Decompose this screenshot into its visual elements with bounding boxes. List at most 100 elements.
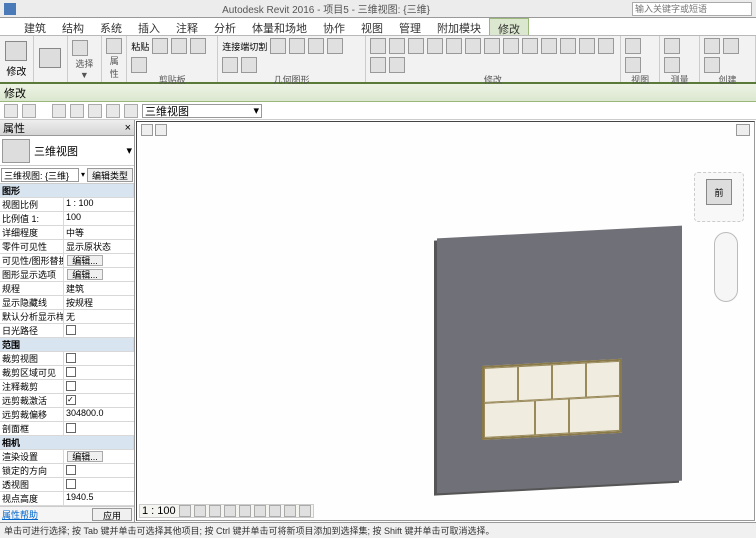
ribbon-icon[interactable] xyxy=(131,57,147,73)
checkbox[interactable] xyxy=(66,381,76,391)
close-icon[interactable]: × xyxy=(125,122,131,134)
checkbox[interactable] xyxy=(66,395,76,405)
ribbon-icon[interactable] xyxy=(579,38,595,54)
viewcube[interactable]: 前 xyxy=(694,172,744,222)
nav-bar[interactable] xyxy=(714,232,738,302)
scale-label[interactable]: 1 : 100 xyxy=(142,505,176,517)
ribbon-icon[interactable] xyxy=(327,38,343,54)
prop-section-相机[interactable]: 相机 xyxy=(0,436,134,450)
checkbox[interactable] xyxy=(66,367,76,377)
vb-ico[interactable] xyxy=(269,505,281,517)
prop-row[interactable]: 零件可见性显示原状态 xyxy=(0,240,134,254)
ribbon-icon[interactable] xyxy=(484,38,500,54)
vb-icon[interactable] xyxy=(124,104,138,118)
ribbon-icon[interactable] xyxy=(389,38,405,54)
ribbon-icon[interactable] xyxy=(106,38,122,54)
type-sel-icon[interactable] xyxy=(4,104,18,118)
ribbon-icon[interactable] xyxy=(446,38,462,54)
type-sel-icon2[interactable] xyxy=(22,104,36,118)
prop-row[interactable]: 视图比例1 : 100 xyxy=(0,198,134,212)
3d-viewport[interactable]: 前 1 : 100 xyxy=(136,121,755,521)
ribbon-big-[interactable] xyxy=(34,36,68,82)
ribbon-icon[interactable] xyxy=(370,57,386,73)
ribbon-icon[interactable] xyxy=(625,57,641,73)
vb-icon[interactable] xyxy=(52,104,66,118)
tab-注释[interactable]: 注释 xyxy=(168,18,206,35)
checkbox[interactable] xyxy=(66,465,76,475)
tab-系统[interactable]: 系统 xyxy=(92,18,130,35)
ribbon-icon[interactable] xyxy=(723,38,739,54)
window-model[interactable] xyxy=(482,359,622,440)
prop-row[interactable]: 注释裁剪 xyxy=(0,380,134,394)
tab-分析[interactable]: 分析 xyxy=(206,18,244,35)
prop-row[interactable]: 规程建筑 xyxy=(0,282,134,296)
tab-插入[interactable]: 插入 xyxy=(130,18,168,35)
ribbon-icon[interactable] xyxy=(522,38,538,54)
checkbox[interactable] xyxy=(66,479,76,489)
ribbon-icon[interactable] xyxy=(427,38,443,54)
ribbon-icon[interactable] xyxy=(541,38,557,54)
edit-type-button[interactable]: 编辑类型 xyxy=(87,168,133,182)
ribbon-icon[interactable] xyxy=(465,38,481,54)
props-help-link[interactable]: 属性帮助 xyxy=(2,508,38,521)
instance-dropdown[interactable]: 三维视图: {三维} xyxy=(1,168,79,182)
prop-row[interactable]: 裁剪区域可见 xyxy=(0,366,134,380)
wall-model[interactable] xyxy=(437,226,682,494)
tab-修改[interactable]: 修改 xyxy=(489,18,529,35)
prop-edit-button[interactable]: 编辑... xyxy=(67,451,103,462)
vb-ico[interactable] xyxy=(209,505,221,517)
ribbon-icon[interactable] xyxy=(308,38,324,54)
type-selector[interactable]: 三维视图 ▾ xyxy=(0,136,134,166)
prop-row[interactable]: 远剪裁激活 xyxy=(0,394,134,408)
vb-icon[interactable] xyxy=(106,104,120,118)
tab-视图[interactable]: 视图 xyxy=(353,18,391,35)
vb-ico[interactable] xyxy=(284,505,296,517)
ribbon-icon[interactable] xyxy=(370,38,386,54)
vb-ico[interactable] xyxy=(179,505,191,517)
ribbon-icon[interactable] xyxy=(408,38,424,54)
prop-row[interactable]: 默认分析显示样式无 xyxy=(0,310,134,324)
ribbon-icon[interactable] xyxy=(625,38,641,54)
ribbon-icon[interactable] xyxy=(704,38,720,54)
chevron-down-icon[interactable]: ▾ xyxy=(126,144,132,157)
prop-row[interactable]: 详细程度中等 xyxy=(0,226,134,240)
vb-ico[interactable] xyxy=(299,505,311,517)
filter-icon[interactable]: ▾ xyxy=(81,170,85,179)
ribbon-icon[interactable] xyxy=(598,38,614,54)
ribbon-icon[interactable] xyxy=(503,38,519,54)
prop-row[interactable]: 图形显示选项编辑... xyxy=(0,268,134,282)
ribbon-icon[interactable] xyxy=(704,57,720,73)
checkbox[interactable] xyxy=(66,325,76,335)
prop-row[interactable]: 可见性/图形替换编辑... xyxy=(0,254,134,268)
ribbon-icon[interactable] xyxy=(664,57,680,73)
vb-icon[interactable] xyxy=(88,104,102,118)
prop-row[interactable]: 透视图 xyxy=(0,478,134,492)
ribbon-big-修改[interactable]: 修改 xyxy=(0,36,34,82)
vb-ico[interactable] xyxy=(224,505,236,517)
prop-row[interactable]: 渲染设置编辑... xyxy=(0,450,134,464)
ribbon-icon[interactable] xyxy=(190,38,206,54)
prop-row[interactable]: 显示隐藏线按规程 xyxy=(0,296,134,310)
prop-row[interactable]: 裁剪视图 xyxy=(0,352,134,366)
vb-ico[interactable] xyxy=(239,505,251,517)
props-grid[interactable]: 图形视图比例1 : 100比例值 1:100详细程度中等零件可见性显示原状态可见… xyxy=(0,184,134,506)
ribbon-icon[interactable] xyxy=(389,57,405,73)
tab-结构[interactable]: 结构 xyxy=(54,18,92,35)
viewcube-face[interactable]: 前 xyxy=(706,179,732,205)
tab-建筑[interactable]: 建筑 xyxy=(16,18,54,35)
ribbon-icon[interactable] xyxy=(171,38,187,54)
prop-edit-button[interactable]: 编辑... xyxy=(67,269,103,280)
ribbon-icon[interactable] xyxy=(222,57,238,73)
apply-button[interactable]: 应用 xyxy=(92,508,132,521)
ribbon-icon[interactable] xyxy=(241,57,257,73)
prop-row[interactable]: 日光路径 xyxy=(0,324,134,338)
prop-row[interactable]: 比例值 1:100 xyxy=(0,212,134,226)
checkbox[interactable] xyxy=(66,423,76,433)
ribbon-icon[interactable] xyxy=(270,38,286,54)
vb-ico[interactable] xyxy=(254,505,266,517)
tab-协作[interactable]: 协作 xyxy=(315,18,353,35)
prop-row[interactable]: 剖面框 xyxy=(0,422,134,436)
ribbon-icon[interactable] xyxy=(560,38,576,54)
search-input[interactable] xyxy=(632,2,752,16)
ribbon-icon[interactable] xyxy=(289,38,305,54)
